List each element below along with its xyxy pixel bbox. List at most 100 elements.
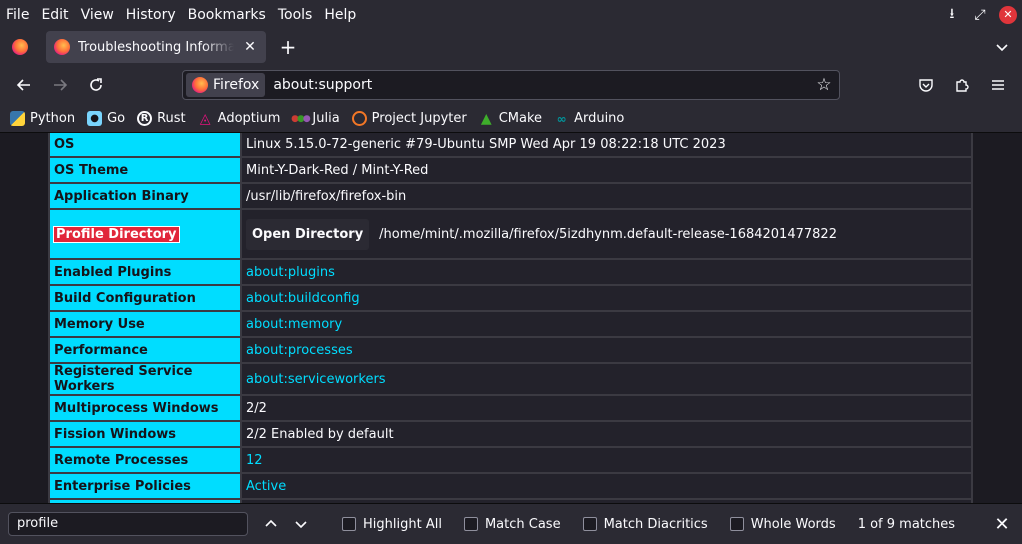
checkbox-box xyxy=(342,517,356,531)
bookmark-label: Go xyxy=(107,111,126,126)
checkbox-label: Match Case xyxy=(484,516,561,532)
bookmark-arduino[interactable]: ∞ Arduino xyxy=(554,111,625,126)
minimize-icon: ⭳ xyxy=(949,5,955,22)
table-row: Enterprise Policies Active xyxy=(48,472,973,500)
table-row: Performance about:processes xyxy=(48,336,973,364)
bookmark-go[interactable]: ● Go xyxy=(87,111,125,126)
match-diacritics-checkbox[interactable]: Match Diacritics xyxy=(582,517,708,532)
pocket-button[interactable] xyxy=(908,69,944,101)
back-arrow-icon xyxy=(16,79,30,91)
bookmark-label: Julia xyxy=(312,111,340,126)
table-row: Multiprocess Windows 2/2 xyxy=(48,394,973,422)
checkbox-label: Whole Words xyxy=(750,516,836,532)
bookmark-adoptium[interactable]: ◬ Adoptium xyxy=(198,111,281,127)
chevron-up-icon xyxy=(265,519,277,527)
application-basics-table: OS Linux 5.15.0-72-generic #79-Ubuntu SM… xyxy=(48,133,973,503)
bookmark-cmake[interactable]: ▲ CMake xyxy=(479,111,542,127)
nav-bar: Firefox about:support ☆ xyxy=(0,65,1022,105)
bookmark-label: Project Jupyter xyxy=(371,111,467,126)
bookmark-star-icon[interactable]: ☆ xyxy=(809,75,839,95)
url-bar[interactable]: Firefox about:support ☆ xyxy=(182,70,840,100)
open-directory-button[interactable]: Open Directory xyxy=(246,218,370,250)
app-menu-button[interactable] xyxy=(980,69,1016,101)
row-value: 2/2 Enabled by default xyxy=(240,420,973,448)
checkbox-box xyxy=(463,517,478,531)
maximize-button[interactable]: ⤢ xyxy=(966,0,994,29)
row-key: Enabled Plugins xyxy=(48,258,242,286)
memory-link[interactable]: about:memory xyxy=(246,317,342,332)
find-previous-button[interactable] xyxy=(256,509,286,539)
reload-icon xyxy=(90,78,102,91)
whole-words-checkbox[interactable]: Whole Words xyxy=(729,516,836,532)
find-input[interactable]: profile xyxy=(8,512,248,536)
reload-button[interactable] xyxy=(78,69,114,101)
table-row: Enabled Plugins about:plugins xyxy=(48,258,973,286)
bookmark-python[interactable]: Python xyxy=(10,111,75,126)
identity-label: Firefox xyxy=(213,77,260,93)
find-next-button[interactable] xyxy=(286,509,316,539)
profile-path: /home/mint/.mozilla/firefox/5izdhynm.def… xyxy=(379,226,837,242)
row-value: Mint-Y-Dark-Red / Mint-Y-Red xyxy=(240,156,973,184)
close-window-button[interactable]: ✕ xyxy=(994,0,1022,29)
bookmarks-bar: Python ● Go R Rust ◬ Adoptium ● ● ● Julia … xyxy=(0,105,1022,133)
row-key: Performance xyxy=(48,336,242,364)
remote-processes-link[interactable]: 12 xyxy=(246,453,263,468)
url-input[interactable]: about:support xyxy=(273,77,809,93)
buildconfig-link[interactable]: about:buildconfig xyxy=(246,291,360,306)
tab-close-icon[interactable]: ✕ xyxy=(242,39,258,55)
minimize-button[interactable]: ⭳ xyxy=(938,0,966,29)
list-all-tabs-button[interactable] xyxy=(982,31,1022,63)
row-value: about:processes xyxy=(240,336,973,364)
bookmark-label: Arduino xyxy=(574,111,625,126)
find-close-icon[interactable]: ✕ xyxy=(982,514,1022,535)
menu-bookmarks[interactable]: Bookmarks xyxy=(182,7,272,23)
menu-help[interactable]: Help xyxy=(318,7,362,23)
row-value: about:plugins xyxy=(240,258,973,286)
extensions-button[interactable] xyxy=(944,69,980,101)
menu-history[interactable]: History xyxy=(120,7,182,23)
row-key: Registered Service Workers xyxy=(48,362,242,396)
match-case-checkbox[interactable]: Match Case xyxy=(463,516,561,532)
arduino-icon: ∞ xyxy=(556,111,567,126)
policies-link[interactable]: Active xyxy=(246,479,286,494)
table-row: Remote Processes 12 xyxy=(48,446,973,474)
plugins-link[interactable]: about:plugins xyxy=(246,265,335,280)
forward-button[interactable] xyxy=(42,69,78,101)
serviceworkers-link[interactable]: about:serviceworkers xyxy=(246,372,386,387)
find-status: 1 of 9 matches xyxy=(857,516,956,532)
bookmark-rust[interactable]: R Rust xyxy=(137,111,186,126)
table-row: OS Linux 5.15.0-72-generic #79-Ubuntu SM… xyxy=(48,133,973,158)
tab-troubleshooting[interactable]: Troubleshooting Information ✕ xyxy=(46,31,266,63)
menu-file[interactable]: File xyxy=(0,7,35,23)
puzzle-icon xyxy=(956,79,969,92)
row-value: about:memory xyxy=(240,310,973,338)
menu-view[interactable]: View xyxy=(75,7,120,23)
page-content: OS Linux 5.15.0-72-generic #79-Ubuntu SM… xyxy=(0,133,1022,503)
identity-box[interactable]: Firefox xyxy=(186,73,266,97)
bookmark-label: Python xyxy=(30,111,76,126)
menu-edit[interactable]: Edit xyxy=(35,7,74,23)
chevron-down-icon xyxy=(996,44,1008,52)
close-icon: ✕ xyxy=(999,5,1017,24)
firefox-icon xyxy=(12,39,28,55)
row-value: about:buildconfig xyxy=(240,284,973,312)
row-key: Application Binary xyxy=(48,182,242,210)
new-tab-button[interactable]: + xyxy=(270,31,306,63)
firefox-view-button[interactable] xyxy=(0,29,40,65)
highlight-all-checkbox[interactable]: Highlight All xyxy=(342,517,442,532)
row-key: Multiprocess Windows xyxy=(48,394,242,422)
pocket-icon xyxy=(919,79,933,92)
row-value: Active xyxy=(240,472,973,500)
bookmark-jupyter[interactable]: Project Jupyter xyxy=(351,111,467,126)
jupyter-icon xyxy=(351,111,367,126)
checkbox-box xyxy=(582,517,597,531)
processes-link[interactable]: about:processes xyxy=(246,343,353,358)
menu-tools[interactable]: Tools xyxy=(272,7,319,23)
row-value: 12 xyxy=(240,446,973,474)
tab-title: Troubleshooting Information xyxy=(78,39,234,55)
hamburger-icon xyxy=(992,80,1004,90)
tab-bar: Troubleshooting Information ✕ + xyxy=(0,29,1022,65)
back-button[interactable] xyxy=(6,69,42,101)
bookmark-julia[interactable]: ● ● ● Julia xyxy=(291,111,340,126)
checkbox-box xyxy=(729,517,744,531)
